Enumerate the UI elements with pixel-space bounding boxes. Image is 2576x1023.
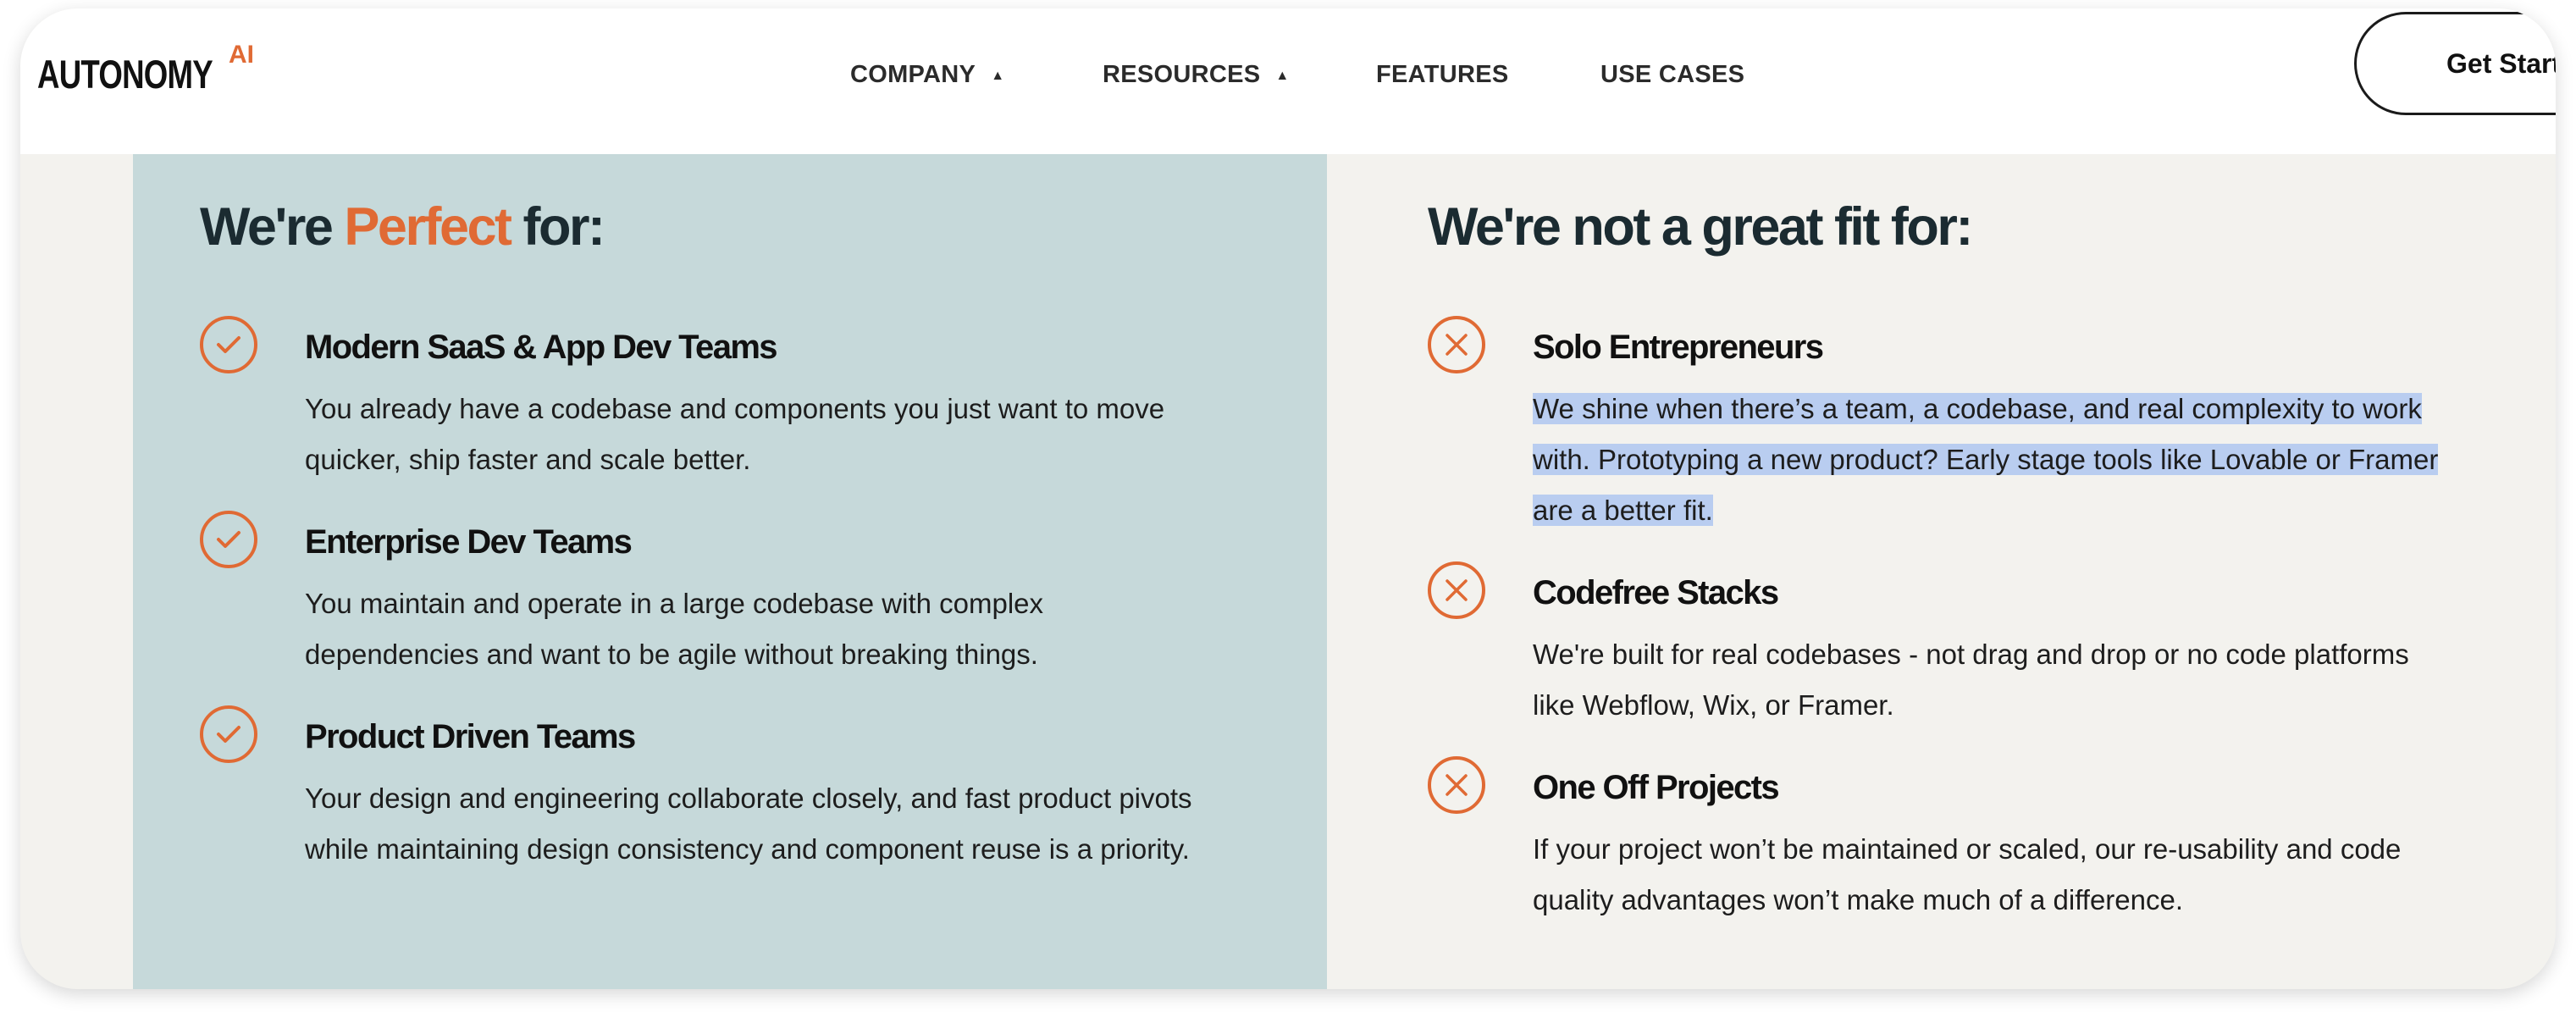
nav-item-use-cases[interactable]: USE CASES [1600,58,1744,91]
nav-item-resources[interactable]: RESOURCES ▲ [1103,58,1290,91]
page-frame: AUTONOMY AI COMPANY ▲ RESOURCES ▲ FEATUR… [20,8,2556,989]
nav-item-label: USE CASES [1600,60,1745,88]
title-text: for: [510,197,605,257]
item-desc-line: Your design and engineering collaborate … [305,782,1192,814]
top-navigation: AUTONOMY AI COMPANY ▲ RESOURCES ▲ FEATUR… [20,8,2556,154]
item-title: Codefree Stacks [1533,574,1779,611]
check-circle-icon [200,316,257,373]
item-desc-line: You maintain and operate in a large code… [305,588,1044,619]
item-desc-line: If your project won’t be maintained or s… [1533,833,2402,865]
item-desc-line: with. Prototyping a new product? Early s… [1533,434,2439,485]
nav-item-label: FEATURES [1376,60,1509,88]
item-desc-line: quality advantages won’t make much of a … [1533,884,2184,915]
item-desc-line: are a better fit. [1533,485,1713,536]
check-circle-icon [200,705,257,763]
item-title: One Off Projects [1533,769,1780,806]
selected-text: with. Prototyping a new product? Early s… [1533,444,2439,475]
item-desc-line: quicker, ship faster and scale better. [305,444,751,475]
brand-superscript: AI [229,41,254,69]
item-desc-line: like Webflow, Wix, or Framer. [1533,689,1894,721]
nav-item-label: RESOURCES [1103,60,1261,88]
perfect-for-title: We're Perfect for: [200,196,605,257]
x-circle-icon [1428,756,1485,814]
item-desc-line: while maintaining design consistency and… [305,833,1190,865]
brand-logo[interactable]: AUTONOMY AI [37,41,262,100]
check-circle-icon [200,511,257,568]
nav-item-features[interactable]: FEATURES [1376,58,1509,91]
x-circle-icon [1428,316,1485,373]
item-title: Enterprise Dev Teams [305,523,633,561]
title-text: We're [200,197,345,257]
item-desc-line: We shine when there’s a team, a codebase… [1533,384,2422,434]
x-circle-icon [1428,561,1485,619]
item-title: Modern SaaS & App Dev Teams [305,329,778,366]
title-accent: Perfect [344,197,512,257]
item-desc-line: We're built for real codebases - not dra… [1533,639,2409,670]
nav-item-label: COMPANY [850,60,976,88]
item-title: Product Driven Teams [305,718,636,755]
brand-name: AUTONOMY [37,52,213,97]
get-started-button[interactable]: Get Started [2354,12,2556,115]
caret-icon: ▲ [991,69,1005,83]
item-title: Solo Entrepreneurs [1533,329,1824,366]
item-desc-line: You already have a codebase and componen… [305,393,1165,424]
nav-item-company[interactable]: COMPANY ▲ [850,58,1004,91]
selected-text: We shine when there’s a team, a codebase… [1533,393,2422,424]
item-desc-line: dependencies and want to be agile withou… [305,639,1038,670]
not-fit-title: We're not a great fit for: [1428,197,1973,257]
caret-icon: ▲ [1275,69,1290,83]
selected-text: are a better fit. [1533,495,1713,526]
